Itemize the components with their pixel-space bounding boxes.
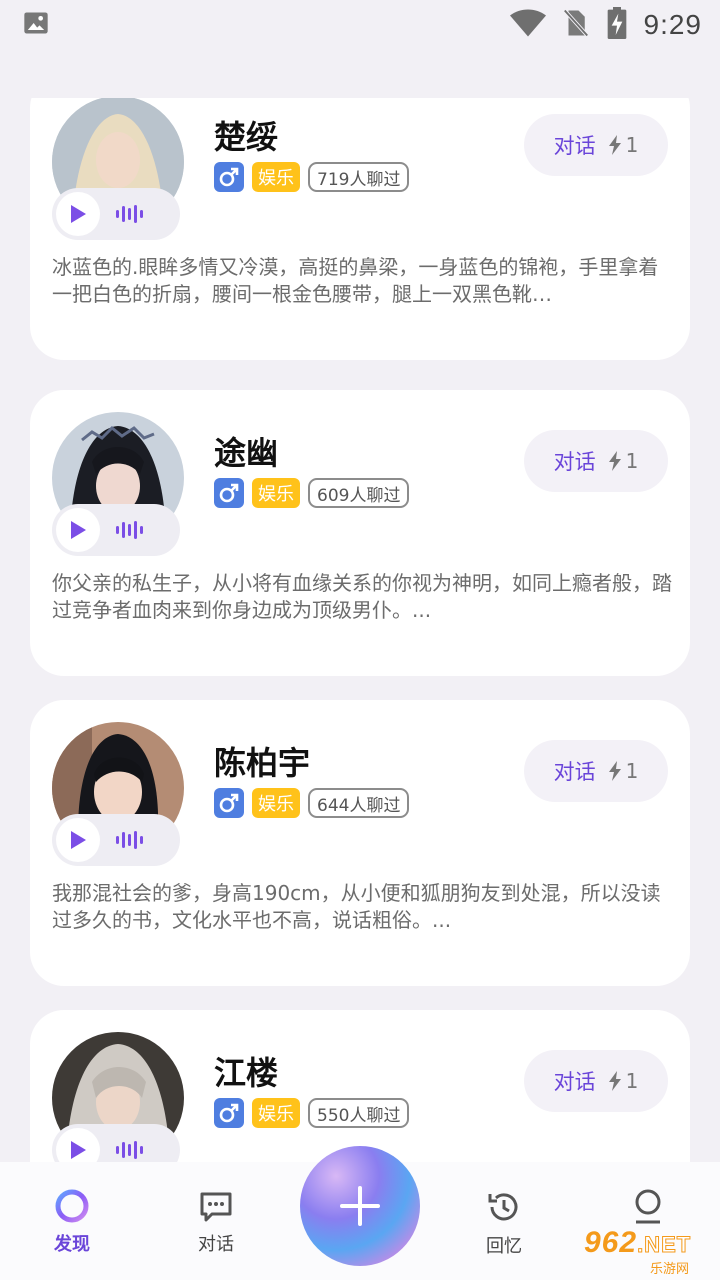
energy-cost: 1: [608, 759, 639, 783]
male-icon: [214, 1098, 244, 1128]
chat-count-badge: 719人聊过: [308, 162, 410, 192]
character-name: 楚绥: [214, 119, 279, 155]
character-name: 陈柏宇: [214, 745, 311, 781]
category-tag: 娱乐: [252, 162, 300, 192]
history-clock-icon: [488, 1193, 518, 1221]
chat-bubble-icon: [200, 1192, 232, 1222]
voice-preview[interactable]: [52, 814, 180, 866]
voice-preview[interactable]: [52, 188, 180, 240]
plus-icon: [340, 1186, 380, 1226]
chat-button[interactable]: 对话 1: [524, 430, 668, 492]
chat-button[interactable]: 对话 1: [524, 740, 668, 802]
energy-value: 1: [625, 1069, 639, 1093]
watermark-subtitle: 乐游网: [650, 1261, 690, 1276]
waveform-icon: [116, 521, 143, 539]
tag-row: 娱乐 719人聊过: [214, 162, 410, 192]
watermark-net: .NET: [637, 1232, 692, 1258]
nav-chat[interactable]: 对话: [166, 1188, 266, 1256]
watermark-number: 962: [584, 1226, 638, 1259]
energy-value: 1: [625, 133, 639, 157]
category-tag: 娱乐: [252, 1098, 300, 1128]
energy-cost: 1: [608, 1069, 639, 1093]
chat-button[interactable]: 对话 1: [524, 1050, 668, 1112]
waveform-icon: [116, 205, 143, 223]
character-card[interactable]: 江楼 娱乐 550人聊过 对话 1: [30, 1010, 690, 1162]
nav-discover-label: 发现: [54, 1234, 90, 1255]
chat-button-label: 对话: [553, 134, 596, 158]
male-icon: [214, 478, 244, 508]
category-tag: 娱乐: [252, 478, 300, 508]
play-icon[interactable]: [56, 192, 100, 236]
nav-chat-label: 对话: [198, 1234, 234, 1255]
energy-value: 1: [625, 449, 639, 473]
image-icon: [22, 9, 50, 41]
category-tag: 娱乐: [252, 788, 300, 818]
lightning-icon: [608, 761, 621, 781]
wifi-icon: [509, 9, 546, 41]
play-icon[interactable]: [56, 818, 100, 862]
tag-row: 娱乐 550人聊过: [214, 1098, 410, 1128]
watermark-logo: 962.NET 乐游网: [584, 1226, 716, 1277]
battery-charging-icon: [606, 7, 628, 43]
character-description: 冰蓝色的.眼眸多情又冷漠，高挺的鼻梁，一身蓝色的锦袍，手里拿着一把白色的折扇，腰…: [52, 255, 659, 306]
character-card[interactable]: 陈柏宇 娱乐 644人聊过 对话 1 我那混社会的爹，身高190cm，从小便和狐…: [30, 700, 690, 986]
chat-count-badge: 550人聊过: [308, 1098, 410, 1128]
male-icon: [214, 788, 244, 818]
energy-cost: 1: [608, 449, 639, 473]
create-button[interactable]: [300, 1146, 420, 1266]
chat-button-label: 对话: [553, 450, 596, 474]
character-card[interactable]: 途幽 娱乐 609人聊过 对话 1 你父亲的私生子，从小将有血缘关系的你视为神明…: [30, 390, 690, 676]
play-icon[interactable]: [56, 1128, 100, 1162]
character-card[interactable]: 楚绥 娱乐 719人聊过 对话 1 冰蓝色的.眼眸多情又冷漠，高挺的鼻梁，一身蓝…: [30, 98, 690, 360]
character-list[interactable]: 楚绥 娱乐 719人聊过 对话 1 冰蓝色的.眼眸多情又冷漠，高挺的鼻梁，一身蓝…: [0, 98, 720, 1162]
status-bar: 9:29: [0, 0, 720, 50]
character-name: 途幽: [214, 435, 279, 471]
chat-count-badge: 644人聊过: [308, 788, 410, 818]
nav-discover[interactable]: 发现: [22, 1188, 122, 1256]
male-icon: [214, 162, 244, 192]
clock: 9:29: [643, 9, 702, 40]
energy-cost: 1: [608, 133, 639, 157]
no-sim-icon: [562, 8, 590, 42]
lightning-icon: [608, 451, 621, 471]
nav-memory[interactable]: 回忆: [454, 1188, 554, 1258]
chat-button[interactable]: 对话 1: [524, 114, 668, 176]
waveform-icon: [116, 1141, 143, 1159]
lightning-icon: [608, 1071, 621, 1091]
nav-memory-label: 回忆: [486, 1236, 522, 1257]
character-description: 你父亲的私生子，从小将有血缘关系的你视为神明，如同上瘾者般，踏过竞争者血肉来到你…: [52, 571, 672, 622]
voice-preview[interactable]: [52, 1124, 180, 1162]
chat-button-label: 对话: [553, 1070, 596, 1094]
energy-value: 1: [625, 759, 639, 783]
play-icon[interactable]: [56, 508, 100, 552]
character-name: 江楼: [214, 1055, 279, 1091]
tag-row: 娱乐 644人聊过: [214, 788, 410, 818]
profile-icon: [635, 1189, 661, 1224]
character-description: 我那混社会的爹，身高190cm，从小便和狐朋狗友到处混，所以没读过多久的书，文化…: [52, 881, 661, 932]
waveform-icon: [116, 831, 143, 849]
discover-ring-icon: [55, 1189, 89, 1223]
lightning-icon: [608, 135, 621, 155]
chat-button-label: 对话: [553, 760, 596, 784]
tag-row: 娱乐 609人聊过: [214, 478, 410, 508]
chat-count-badge: 609人聊过: [308, 478, 410, 508]
voice-preview[interactable]: [52, 504, 180, 556]
